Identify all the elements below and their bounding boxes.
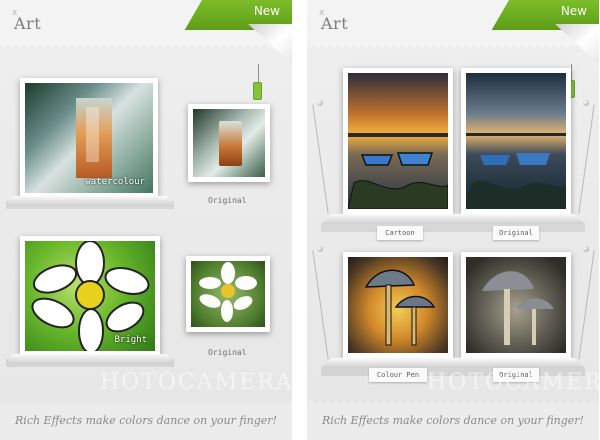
original-photo-glass[interactable]: [188, 104, 270, 182]
original-label-card[interactable]: Original: [493, 226, 539, 240]
shelf-pin: [583, 100, 589, 106]
shelf-pin: [317, 100, 323, 106]
effect-photo-colour-pen[interactable]: [343, 252, 453, 358]
shelf-wire: [312, 104, 329, 214]
mushrooms-drawing: [364, 269, 436, 346]
effect-caption: watercolour: [85, 177, 145, 187]
shelf-wire: [578, 104, 595, 214]
shelf-pin: [583, 246, 589, 252]
shelf-wire: [312, 250, 329, 360]
mushrooms-photo: [482, 271, 554, 345]
screen-right: x Art New Cartoon Original Colour Pen Or…: [307, 0, 599, 440]
original-photo-mushrooms[interactable]: [461, 252, 571, 358]
header-zigzag-edge: [0, 44, 292, 52]
original-flower-image: [191, 261, 265, 327]
shelf: [321, 214, 585, 224]
boats-drawing: [348, 133, 448, 209]
header-zigzag-edge: [307, 44, 599, 52]
cartoon-image: [348, 73, 448, 209]
new-badge-label[interactable]: New: [561, 4, 587, 18]
footer-bar: Rich Effects make colors dance on your f…: [307, 396, 599, 440]
footer-bar: Rich Effects make colors dance on your f…: [0, 396, 292, 440]
watercolour-image: watercolour: [25, 83, 153, 193]
shelf-pin: [317, 246, 323, 252]
glass-shape: [218, 121, 242, 167]
daisy-photo: [199, 262, 257, 322]
effect-label-card[interactable]: Cartoon: [377, 226, 423, 240]
shelf-wire: [578, 250, 595, 360]
screen-left: x Art New watercolour Original Bright Or…: [0, 0, 292, 440]
effect-photo-watercolour[interactable]: watercolour: [20, 78, 158, 198]
original-label: Original: [208, 348, 247, 357]
original-photo-boats[interactable]: [461, 68, 571, 214]
original-glass-image: [193, 109, 265, 177]
original-photo-flower[interactable]: [186, 256, 270, 332]
original-boats-image: [466, 73, 566, 209]
original-mushrooms-image: [466, 257, 566, 353]
original-label: Original: [208, 196, 247, 205]
shelf: [6, 354, 174, 364]
footer-zigzag-edge: [307, 396, 599, 404]
shelf-shadow: [321, 224, 585, 232]
bright-image: Bright: [25, 241, 155, 351]
app-title: Art: [321, 14, 349, 33]
new-badge-label[interactable]: New: [254, 4, 280, 18]
effect-photo-bright[interactable]: Bright: [20, 236, 160, 356]
footer-zigzag-edge: [0, 396, 292, 404]
watermark-text: HOTOCAMERA: [427, 370, 599, 395]
tagline: Rich Effects make colors dance on your f…: [322, 414, 584, 427]
tag-ribbon: [253, 82, 262, 100]
tagline: Rich Effects make colors dance on your f…: [15, 414, 277, 427]
effect-label-card[interactable]: Colour Pen: [369, 368, 427, 382]
glass-highlight: [86, 107, 100, 163]
effect-caption: Bright: [114, 335, 147, 345]
boats-photo: [466, 133, 566, 209]
shelf: [321, 358, 585, 368]
watermark-text: HOTOCAMERA: [100, 370, 292, 395]
app-title: Art: [14, 14, 42, 33]
effect-photo-cartoon[interactable]: [343, 68, 453, 214]
shelf: [6, 196, 174, 206]
colour-pen-image: [348, 257, 448, 353]
